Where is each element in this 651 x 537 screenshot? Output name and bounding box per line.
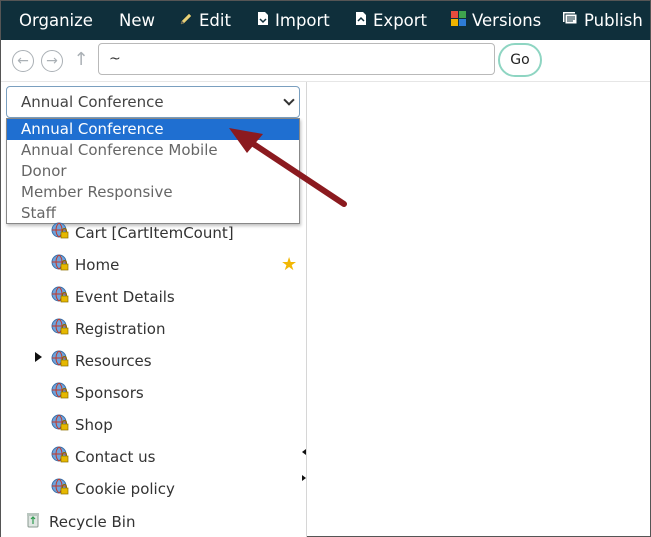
site-select[interactable]: Annual Conference [6, 86, 300, 118]
expand-panel-icon[interactable] [302, 475, 306, 481]
tree-item-label: Cart [CartItemCount] [75, 224, 234, 242]
edit-label: Edit [199, 11, 231, 30]
recycle-bin-icon [25, 512, 41, 532]
back-arrow-icon[interactable]: ← [12, 50, 34, 72]
edit-button[interactable]: Edit [179, 1, 231, 40]
publish-label: Publish [584, 11, 643, 30]
top-toolbar: Organize New Edit Import Export Versions… [1, 1, 650, 40]
new-button[interactable]: New [119, 1, 155, 40]
tree-item-label: Sponsors [75, 384, 144, 402]
site-option-member-responsive[interactable]: Member Responsive [7, 182, 299, 203]
organize-button[interactable]: Organize [19, 1, 93, 40]
collapse-panel-icon[interactable] [302, 449, 306, 455]
tree-item-label: Home [75, 256, 120, 274]
tree-item[interactable]: Contact us [51, 445, 155, 469]
tree-item[interactable]: Registration [51, 317, 165, 341]
versions-button[interactable]: Versions [451, 1, 541, 40]
tree-item-label: Event Details [75, 288, 175, 306]
go-label: Go [510, 52, 530, 68]
site-option-annual-conference-mobile[interactable]: Annual Conference Mobile [7, 140, 299, 161]
recycle-bin-label: Recycle Bin [49, 513, 136, 531]
page-globe-lock-icon [51, 446, 69, 468]
star-icon: ★ [281, 254, 298, 275]
tree-item-label: Cookie policy [75, 480, 175, 498]
forward-arrow-icon[interactable]: → [41, 50, 63, 72]
page-globe-lock-icon [51, 254, 69, 276]
import-document-icon [257, 11, 269, 30]
publish-icon [562, 11, 578, 30]
tree-item-label: Contact us [75, 448, 156, 466]
versions-grid-icon [451, 11, 466, 30]
path-input[interactable]: ~ [98, 43, 495, 75]
import-label: Import [275, 11, 330, 30]
page-globe-lock-icon [51, 478, 69, 500]
organize-label: Organize [19, 11, 93, 30]
site-option-annual-conference[interactable]: Annual Conference [7, 119, 299, 140]
tree-item[interactable]: Cookie policy [51, 477, 175, 501]
up-arrow-icon[interactable]: ↑ [73, 49, 89, 71]
recycle-bin-item[interactable]: Recycle Bin [25, 510, 135, 534]
chevron-down-icon [283, 94, 295, 106]
tree-item-label: Registration [75, 320, 166, 338]
site-select-dropdown: Annual Conference Annual Conference Mobi… [6, 118, 300, 224]
page-globe-lock-icon [51, 350, 69, 372]
site-select-value: Annual Conference [21, 93, 164, 111]
page-globe-lock-icon [51, 318, 69, 340]
tree-item[interactable]: Sponsors [51, 381, 144, 405]
page-globe-lock-icon [51, 222, 69, 244]
new-label: New [119, 11, 155, 30]
page-globe-lock-icon [51, 286, 69, 308]
export-document-icon [355, 11, 367, 30]
tree-item[interactable]: Event Details [51, 285, 175, 309]
tree-item[interactable]: Home [51, 253, 119, 277]
tree-item-label: Resources [75, 352, 152, 370]
tree-item[interactable]: Resources [51, 349, 152, 373]
pencil-icon [179, 11, 193, 30]
publish-button[interactable]: Publish [562, 1, 643, 40]
navigation-bar: ← → ↑ ~ Go [1, 40, 650, 82]
page-globe-lock-icon [51, 382, 69, 404]
tree-item[interactable]: Shop [51, 413, 113, 437]
export-label: Export [373, 11, 428, 30]
tree-item-label: Shop [75, 416, 113, 434]
tree-item[interactable]: Cart [CartItemCount] [51, 221, 234, 245]
go-button[interactable]: Go [498, 43, 542, 77]
versions-label: Versions [472, 11, 542, 30]
export-button[interactable]: Export [355, 1, 427, 40]
page-globe-lock-icon [51, 414, 69, 436]
import-button[interactable]: Import [257, 1, 330, 40]
expand-triangle-icon[interactable] [35, 352, 42, 362]
site-option-donor[interactable]: Donor [7, 161, 299, 182]
